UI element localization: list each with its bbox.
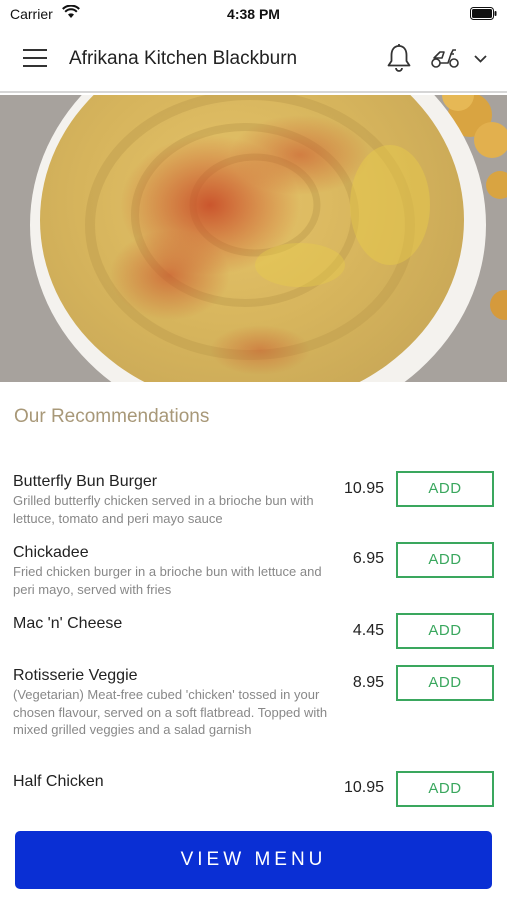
item-description: Fried chicken burger in a brioche bun wi… [13,564,322,597]
scooter-icon[interactable] [430,46,460,70]
item-price: 6.95 [352,550,384,567]
section-title: Our Recommendations [14,406,210,427]
item-price: 10.95 [343,480,384,497]
hero-image [0,95,507,382]
item-price: 8.95 [352,674,384,691]
item-name: Half Chicken [13,773,104,790]
item-price: 4.45 [352,622,384,639]
status-time: 4:38 PM [227,6,280,22]
hummus-bowl-image [0,95,507,382]
add-button[interactable]: ADD [396,665,494,701]
add-button[interactable]: ADD [396,471,494,507]
add-button[interactable]: ADD [396,542,494,578]
view-menu-button[interactable]: VIEW MENU [15,831,492,889]
item-description: Grilled butterfly chicken served in a br… [13,493,314,526]
item-name: Butterfly Bun Burger [13,473,158,490]
menu-icon[interactable] [23,49,47,69]
item-price: 10.95 [343,779,384,796]
page-title: Afrikana Kitchen Blackburn [69,48,298,69]
item-name: Rotisserie Veggie [13,667,138,684]
status-bar: Carrier 4:38 PM [0,0,507,28]
nav-bar: Afrikana Kitchen Blackburn [0,28,507,93]
item-description: (Vegetarian) Meat-free cubed 'chicken' t… [13,687,328,737]
item-name: Chickadee [13,544,89,561]
add-button[interactable]: ADD [396,613,494,649]
item-name: Mac 'n' Cheese [13,615,123,632]
add-button[interactable]: ADD [396,771,494,807]
battery-icon [470,7,497,20]
chevron-down-icon[interactable] [474,55,487,63]
bell-icon[interactable] [386,43,412,73]
